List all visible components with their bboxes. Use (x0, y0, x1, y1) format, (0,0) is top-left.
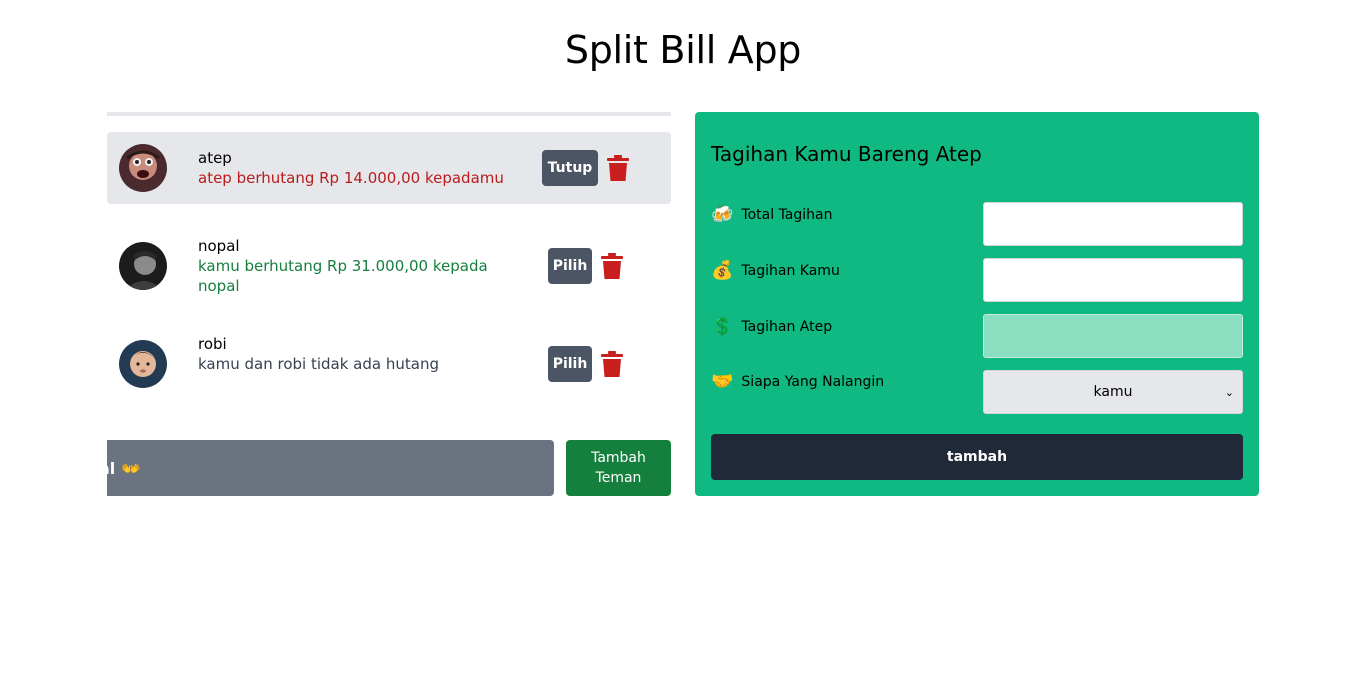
total-bill-label: 🍻 Total Tagihan (711, 204, 832, 225)
friend-bill-label-text: Tagihan Atep (741, 318, 833, 335)
trash-icon[interactable] (601, 351, 623, 377)
add-friend-toggle-label: al (107, 458, 116, 478)
total-bill-input[interactable] (983, 202, 1243, 246)
handshake-icon: 🤝 (711, 371, 734, 392)
avatar (119, 340, 167, 388)
avatar (119, 242, 167, 290)
payer-select[interactable]: kamu ⌄ (983, 370, 1243, 414)
select-friend-button[interactable]: Pilih (548, 346, 592, 382)
form-title: Tagihan Kamu Bareng Atep (711, 142, 982, 166)
close-friend-button[interactable]: Tutup (542, 150, 598, 186)
friend-balance-status: kamu dan robi tidak ada hutang (198, 355, 439, 373)
beer-mugs-icon: 🍻 (711, 204, 734, 225)
your-bill-input[interactable] (983, 258, 1243, 302)
add-friend-button-label: Tambah Teman (591, 450, 646, 486)
avatar-photo-icon (119, 340, 167, 388)
payer-label-text: Siapa Yang Nalangin (741, 373, 885, 390)
friend-balance-status: atep berhutang Rp 14.000,00 kepadamu (198, 169, 504, 187)
avatar-photo-icon (119, 144, 167, 192)
friend-bill-input (983, 314, 1243, 358)
chevron-down-icon: ⌄ (1224, 386, 1234, 399)
friend-item-nopal: nopal kamu berhutang Rp 31.000,00 kepada… (107, 222, 671, 306)
friend-name: robi (198, 335, 227, 353)
avatar-photo-icon (119, 242, 167, 290)
add-friend-toggle[interactable]: al 👐 (107, 440, 554, 496)
money-bag-icon: 💰 (711, 260, 734, 281)
your-bill-label: 💰 Tagihan Kamu (711, 260, 840, 281)
page-title: Split Bill App (564, 28, 802, 72)
add-friend-button[interactable]: Tambah Teman (566, 440, 671, 496)
select-friend-button[interactable]: Pilih (548, 248, 592, 284)
friend-bill-label: 💲 Tagihan Atep (711, 316, 832, 337)
your-bill-label-text: Tagihan Kamu (741, 262, 840, 279)
trash-icon[interactable] (601, 253, 623, 279)
payer-label: 🤝 Siapa Yang Nalangin (711, 371, 884, 392)
payer-select-value: kamu (1093, 384, 1133, 400)
friend-name: nopal (198, 237, 240, 255)
trash-icon[interactable] (607, 155, 629, 181)
friend-item-atep: atep atep berhutang Rp 14.000,00 kepadam… (107, 132, 671, 204)
add-bill-button[interactable]: tambah (711, 434, 1243, 480)
open-hands-icon: 👐 (121, 458, 142, 478)
friend-item-robi: robi kamu dan robi tidak ada hutang Pili… (107, 320, 671, 404)
split-bill-form: Tagihan Kamu Bareng Atep 🍻 Total Tagihan… (695, 112, 1259, 496)
avatar (119, 144, 167, 192)
friend-balance-status: kamu berhutang Rp 31.000,00 kepada nopal (198, 257, 488, 295)
list-divider (107, 112, 671, 116)
total-bill-label-text: Total Tagihan (741, 206, 833, 223)
friends-column: atep atep berhutang Rp 14.000,00 kepadam… (107, 112, 671, 496)
friend-name: atep (198, 149, 232, 167)
dollar-sign-icon: 💲 (711, 316, 734, 337)
